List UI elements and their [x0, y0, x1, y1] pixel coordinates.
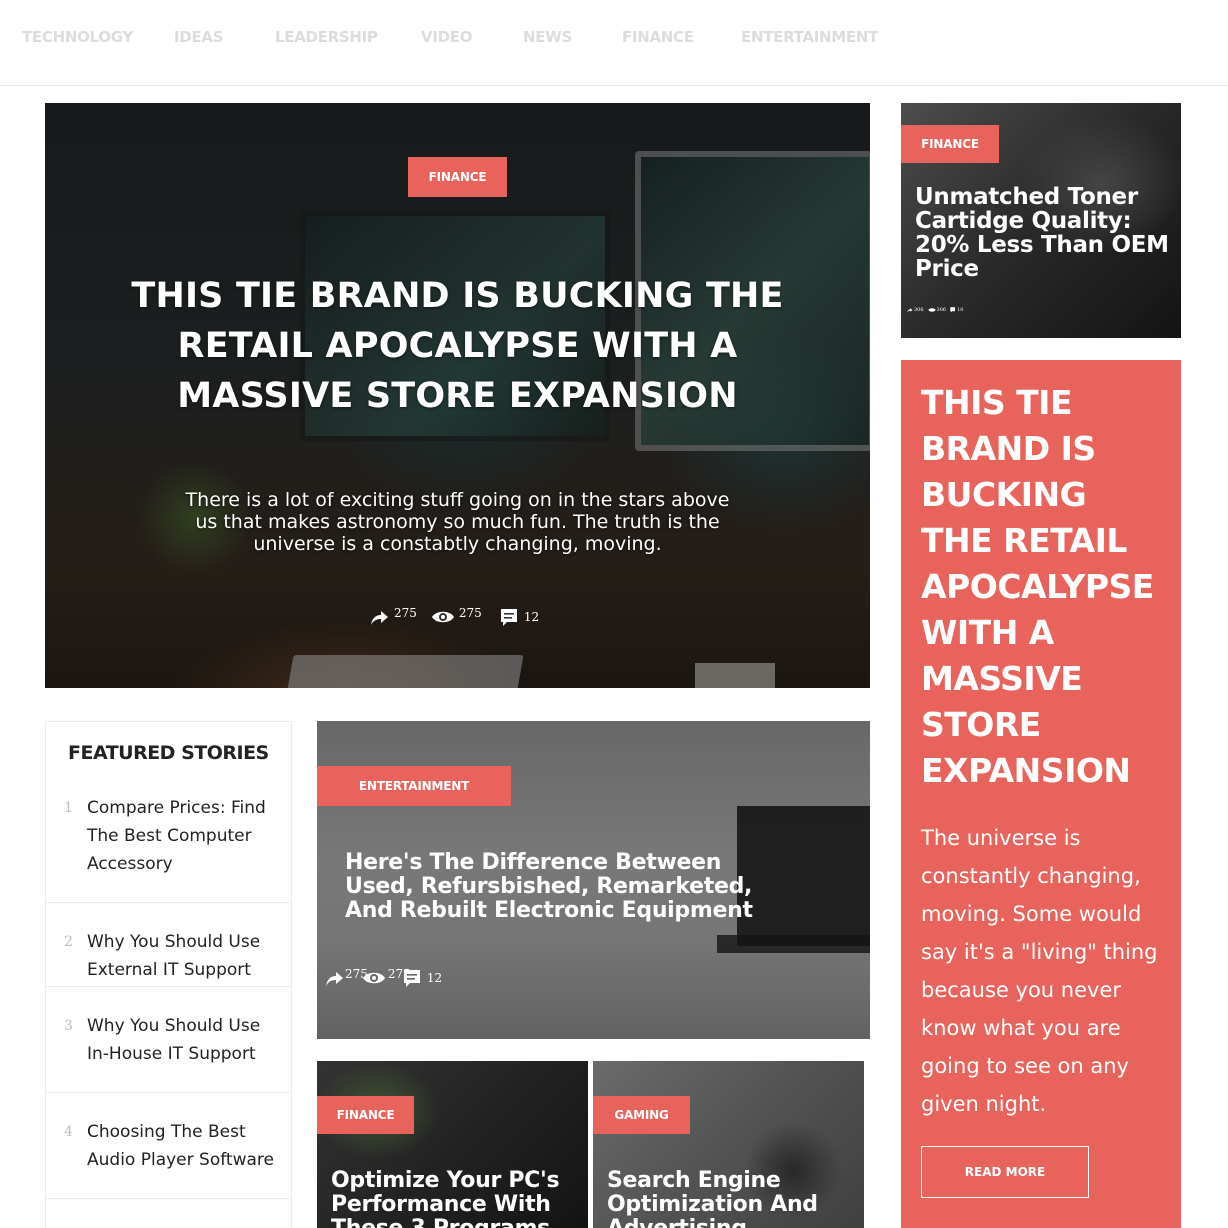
side-article-card[interactable]: FINANCE Unmatched Toner Cartidge Quality…: [901, 103, 1181, 338]
hero-category-badge[interactable]: FINANCE: [408, 157, 507, 197]
read-more-button[interactable]: READ MORE: [921, 1146, 1089, 1198]
side-card-share-count: 306: [914, 307, 924, 313]
mid-article-card[interactable]: ENTERTAINMENT Here's The Difference Betw…: [317, 721, 870, 1039]
hero-stats: 275 275 12: [370, 606, 540, 626]
promo-title[interactable]: THIS TIE BRAND IS BUCKING THE RETAIL APO…: [921, 380, 1166, 794]
top-navigation: TECHNOLOGY IDEAS LEADERSHIP VIDEO NEWS F…: [0, 0, 1228, 86]
promo-panel: THIS TIE BRAND IS BUCKING THE RETAIL APO…: [901, 360, 1181, 1228]
nav-item-entertainment[interactable]: ENTERTAINMENT: [741, 28, 878, 46]
nav-item-ideas[interactable]: IDEAS: [174, 28, 224, 46]
mid-card-category-badge[interactable]: ENTERTAINMENT: [317, 766, 511, 806]
hero-title[interactable]: THIS TIE BRAND IS BUCKING THE RETAIL APO…: [85, 271, 830, 421]
nav-item-video[interactable]: VIDEO: [421, 28, 472, 46]
comment-icon: [950, 307, 956, 313]
side-card-stats: 306 306 10: [907, 307, 963, 313]
side-card-comment-count: 10: [957, 307, 964, 313]
small-card-title[interactable]: Optimize Your PC's Performance With Thes…: [331, 1169, 576, 1228]
hero-view-count: 275: [458, 606, 482, 620]
promo-text: The universe is constantly changing, mov…: [921, 826, 1158, 1116]
mid-card-title[interactable]: Here's The Difference Between Used, Refu…: [345, 851, 785, 923]
small-article-card[interactable]: GAMING Search Engine Optimization And Ad…: [593, 1061, 864, 1228]
list-item-title[interactable]: Choosing The Best Audio Player Software: [87, 1118, 277, 1174]
nav-item-leadership[interactable]: LEADERSHIP: [275, 28, 378, 46]
side-card-title[interactable]: Unmatched Toner Cartidge Quality: 20% Le…: [915, 185, 1170, 281]
small-card-category-badge[interactable]: FINANCE: [317, 1096, 414, 1134]
list-item[interactable]: 3 Why You Should Use In-House IT Support: [46, 986, 291, 1092]
list-item[interactable]: 2 Why You Should Use External IT Support: [46, 902, 291, 986]
list-item[interactable]: 1 Compare Prices: Find The Best Computer…: [46, 784, 291, 902]
small-article-card[interactable]: FINANCE Optimize Your PC's Performance W…: [317, 1061, 588, 1228]
list-item-number: 1: [64, 800, 73, 816]
share-icon: [907, 307, 913, 313]
side-card-category-badge[interactable]: FINANCE: [901, 125, 999, 163]
share-icon: [370, 608, 390, 626]
hero-comment-count: 12: [523, 610, 540, 624]
eye-icon: [362, 969, 386, 987]
featured-stories: FEATURED STORIES 1 Compare Prices: Find …: [45, 721, 292, 1228]
nav-item-news[interactable]: NEWS: [523, 28, 572, 46]
hero-share-count: 275: [394, 606, 417, 620]
list-item-title[interactable]: Why You Should Use In-House IT Support: [87, 1012, 277, 1068]
featured-stories-heading: FEATURED STORIES: [68, 742, 269, 764]
comment-icon: [500, 608, 520, 626]
small-card-title[interactable]: Search Engine Optimization And Advertisi…: [607, 1169, 852, 1228]
nav-item-technology[interactable]: TECHNOLOGY: [22, 28, 133, 46]
list-item-number: 3: [64, 1018, 73, 1034]
side-card-view-count: 306: [936, 307, 947, 313]
share-icon: [325, 969, 345, 987]
hero-excerpt: There is a lot of exciting stuff going o…: [185, 489, 730, 555]
list-item-title[interactable]: Why You Should Use External IT Support: [87, 928, 277, 984]
mid-card-comment-count: 12: [426, 971, 443, 985]
nav-item-finance[interactable]: FINANCE: [622, 28, 694, 46]
list-item-number: 4: [64, 1124, 73, 1140]
eye-icon: [927, 307, 936, 313]
list-item-divider: [46, 1198, 291, 1228]
eye-icon: [431, 608, 455, 626]
mid-card-stats: 275 275 12: [325, 967, 443, 987]
small-card-category-badge[interactable]: GAMING: [593, 1096, 690, 1134]
list-item-number: 2: [64, 934, 73, 950]
hero-article[interactable]: FINANCE THIS TIE BRAND IS BUCKING THE RE…: [45, 103, 870, 688]
list-item-title[interactable]: Compare Prices: Find The Best Computer A…: [87, 794, 277, 878]
comment-icon: [403, 969, 423, 987]
list-item[interactable]: 4 Choosing The Best Audio Player Softwar…: [46, 1092, 291, 1198]
